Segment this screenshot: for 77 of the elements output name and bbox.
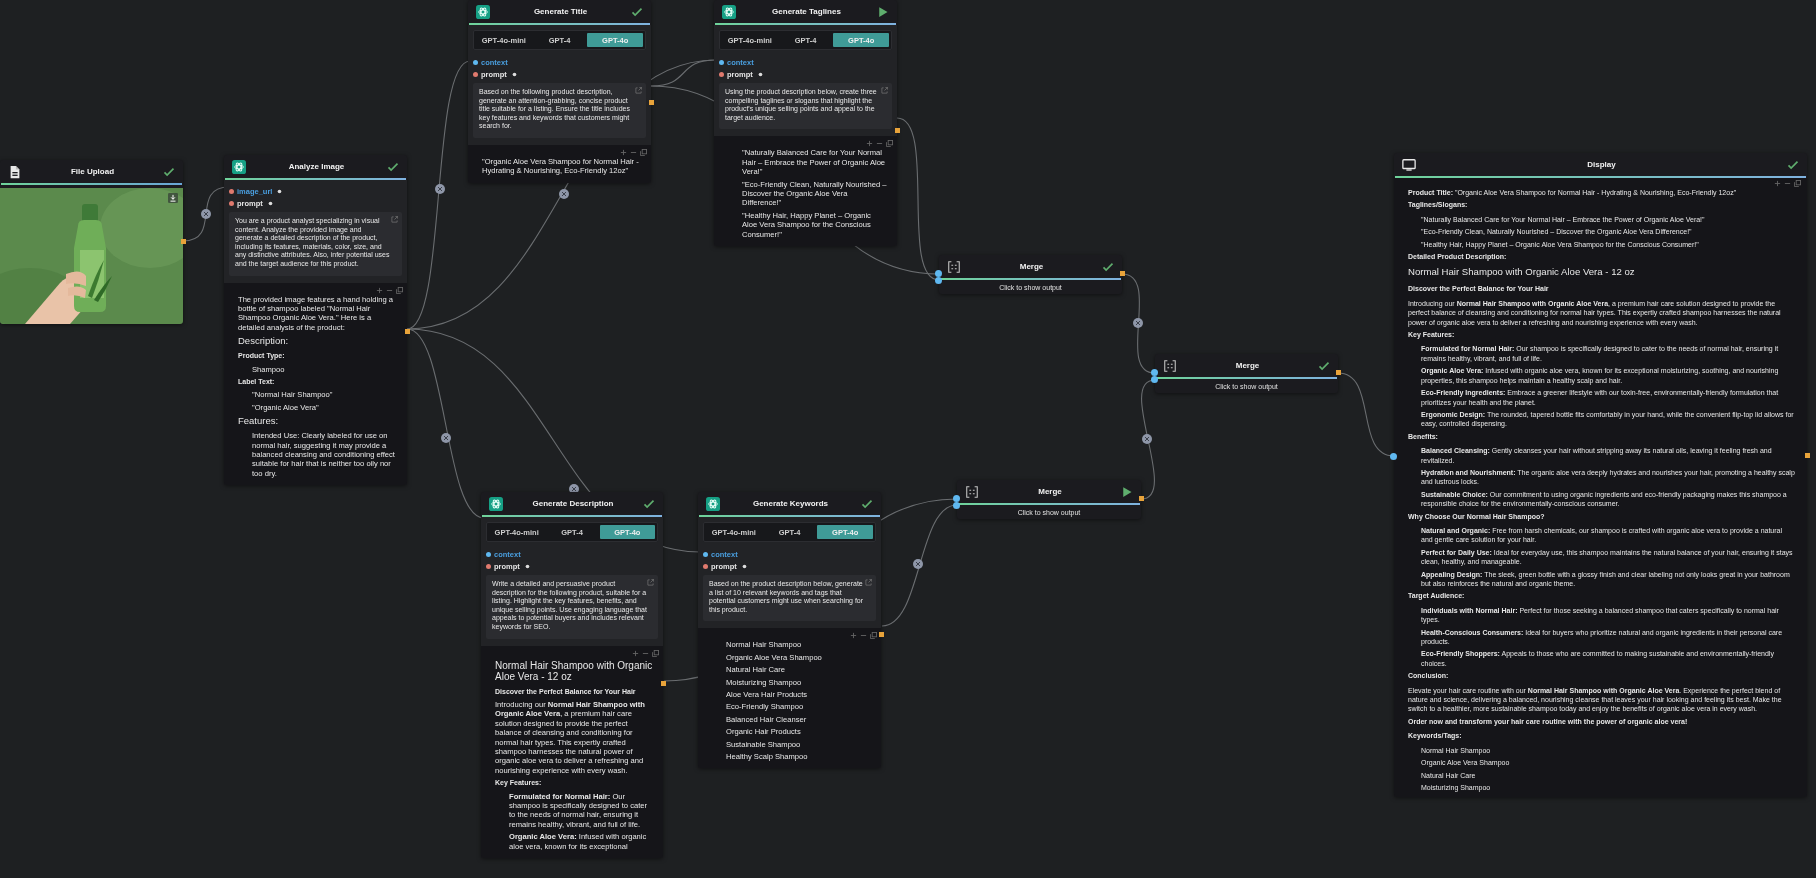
output-handle[interactable] bbox=[1336, 370, 1341, 375]
output-handle[interactable] bbox=[1139, 496, 1144, 501]
output-heading: Normal Hair Shampoo with Organic Aloe Vera - 12 oz bbox=[1408, 266, 1636, 279]
input-handle[interactable] bbox=[473, 59, 478, 65]
expand-icon[interactable] bbox=[647, 579, 654, 586]
input-handle[interactable] bbox=[1390, 453, 1397, 460]
node-title: File Upload bbox=[69, 167, 116, 176]
copy-icon[interactable] bbox=[396, 286, 403, 294]
plus-icon[interactable] bbox=[850, 632, 857, 640]
node-title: Merge bbox=[1037, 487, 1063, 496]
knot-logo-icon bbox=[232, 159, 246, 174]
output-handle[interactable] bbox=[661, 681, 666, 686]
copy-icon[interactable] bbox=[652, 649, 659, 657]
edge-delete-icon[interactable] bbox=[913, 559, 923, 569]
required-icon bbox=[524, 563, 530, 569]
monitor-icon bbox=[1402, 157, 1416, 172]
input-handle[interactable] bbox=[229, 188, 234, 194]
knot-logo-icon bbox=[722, 4, 736, 19]
output-heading: Description: bbox=[238, 335, 290, 348]
plus-icon[interactable] bbox=[632, 649, 639, 657]
edge-delete-icon[interactable] bbox=[435, 184, 445, 194]
play-button[interactable] bbox=[1121, 485, 1133, 498]
output-handle[interactable] bbox=[895, 128, 900, 133]
merge-icon bbox=[947, 259, 961, 274]
copy-icon[interactable] bbox=[1794, 180, 1801, 187]
edge-delete-icon[interactable] bbox=[441, 433, 451, 443]
node-title: Merge bbox=[1018, 262, 1045, 271]
output-handle[interactable] bbox=[879, 632, 884, 637]
required-icon bbox=[757, 71, 763, 77]
edge-delete-icon[interactable] bbox=[201, 209, 211, 219]
merge-icon bbox=[965, 484, 979, 499]
copy-icon[interactable] bbox=[640, 148, 647, 156]
expand-icon[interactable] bbox=[865, 579, 872, 586]
download-icon[interactable] bbox=[168, 193, 178, 203]
required-icon bbox=[511, 71, 517, 77]
output-handle[interactable] bbox=[649, 100, 654, 105]
plus-icon[interactable] bbox=[1774, 180, 1781, 187]
input-handle[interactable] bbox=[703, 563, 708, 569]
node-title: Generate Title bbox=[532, 7, 589, 16]
plus-icon[interactable] bbox=[866, 140, 873, 148]
output-handle[interactable] bbox=[1120, 271, 1125, 276]
knot-logo-icon bbox=[489, 496, 503, 511]
input-handle[interactable] bbox=[703, 551, 708, 557]
input-handle[interactable] bbox=[719, 71, 724, 77]
knot-logo-icon bbox=[476, 4, 490, 19]
required-icon bbox=[741, 563, 747, 569]
node-title: Display bbox=[1586, 160, 1617, 169]
knot-logo-icon bbox=[706, 496, 720, 511]
edge-delete-icon[interactable] bbox=[559, 189, 569, 199]
play-button[interactable] bbox=[877, 5, 889, 18]
input-handle[interactable] bbox=[719, 59, 724, 65]
copy-icon[interactable] bbox=[870, 632, 877, 640]
edge-delete-icon[interactable] bbox=[1142, 434, 1152, 444]
output-handle[interactable] bbox=[405, 329, 410, 334]
merge-icon bbox=[1163, 358, 1177, 373]
output-heading: Normal Hair Shampoo with Organic Aloe Vera - 12 oz bbox=[495, 659, 653, 682]
input-handle[interactable] bbox=[486, 551, 491, 557]
minus-icon[interactable] bbox=[1784, 180, 1791, 187]
input-handle[interactable] bbox=[473, 71, 478, 77]
output-handle[interactable] bbox=[1805, 453, 1810, 458]
node-title: Generate Taglines bbox=[771, 7, 842, 16]
input-handle[interactable] bbox=[486, 563, 491, 569]
edge-delete-icon[interactable] bbox=[1133, 318, 1143, 328]
node-title: Generate Description bbox=[531, 499, 615, 508]
expand-icon[interactable] bbox=[635, 87, 642, 94]
output-heading: Features: bbox=[238, 415, 280, 428]
plus-icon[interactable] bbox=[620, 148, 627, 156]
plus-icon[interactable] bbox=[376, 286, 383, 294]
expand-icon[interactable] bbox=[881, 87, 888, 94]
document-icon bbox=[8, 164, 22, 179]
copy-icon[interactable] bbox=[886, 140, 893, 148]
node-title: Analyze Image bbox=[287, 162, 346, 171]
node-title: Generate Keywords bbox=[751, 499, 830, 508]
output-handle[interactable] bbox=[181, 239, 186, 244]
node-title: Merge bbox=[1234, 361, 1261, 370]
input-handle[interactable] bbox=[229, 200, 234, 206]
expand-icon[interactable] bbox=[391, 216, 398, 223]
